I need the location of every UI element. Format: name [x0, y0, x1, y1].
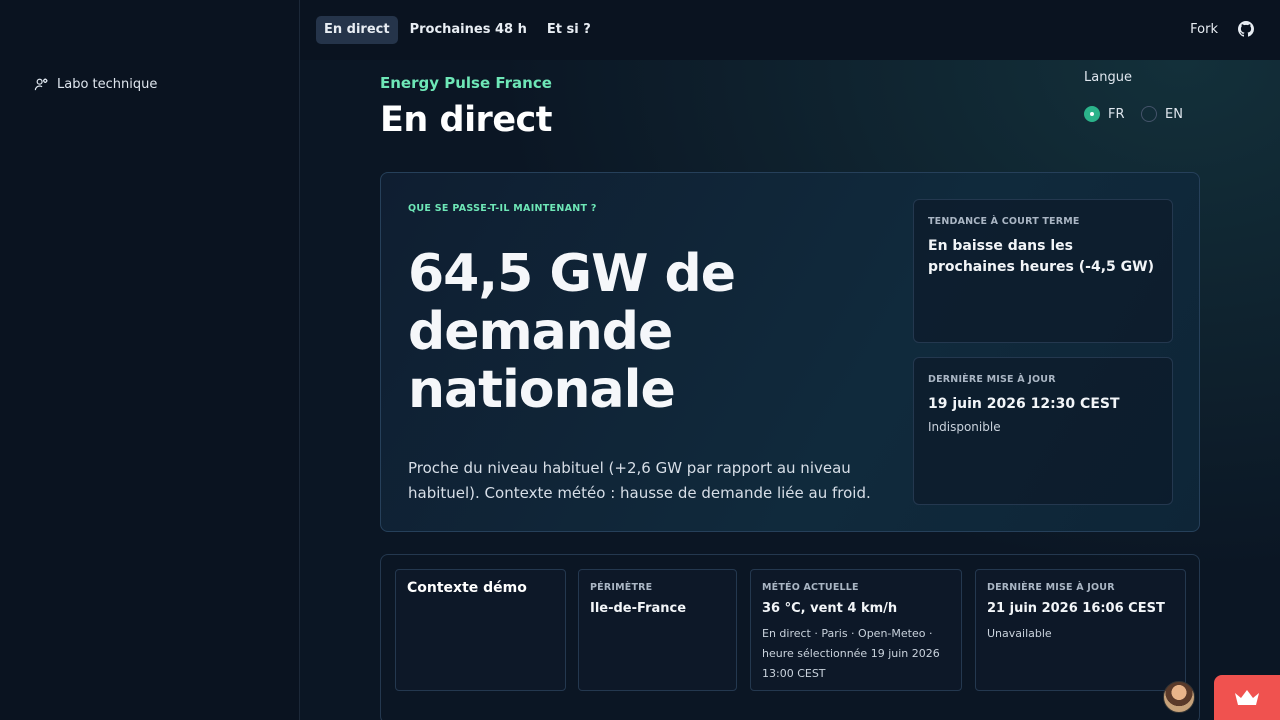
hero-eyebrow: QUE SE PASSE-T-IL MAINTENANT ?: [408, 203, 597, 214]
top-navigation: En direct Prochaines 48 h Et si ? Fork: [300, 0, 1280, 60]
tab-en-direct[interactable]: En direct: [316, 16, 398, 44]
short-term-trend-card: TENDANCE À COURT TERME En baisse dans le…: [913, 199, 1173, 343]
radio-en[interactable]: [1141, 106, 1157, 122]
weather-value: 36 °C, vent 4 km/h: [762, 601, 898, 616]
update-label: DERNIÈRE MISE À JOUR: [928, 374, 1056, 385]
context-title-card: Contexte démo: [395, 569, 566, 691]
current-demand-card: QUE SE PASSE-T-IL MAINTENANT ? 64,5 GW d…: [380, 172, 1200, 532]
language-option-label: FR: [1108, 106, 1125, 122]
last-update-card: DERNIÈRE MISE À JOUR 19 juin 2026 12:30 …: [913, 357, 1173, 505]
github-icon[interactable]: [1238, 21, 1254, 37]
update-value: 19 juin 2026 12:30 CEST: [928, 396, 1120, 412]
sidebar: Labo technique: [0, 0, 300, 720]
fork-link[interactable]: Fork: [1190, 22, 1218, 37]
sidebar-item-labo-technique[interactable]: Labo technique: [34, 77, 157, 92]
brand-name: Energy Pulse France: [380, 74, 552, 92]
tab-et-si[interactable]: Et si ?: [539, 16, 599, 44]
perimeter-card: PÉRIMÈTRE Ile-de-France: [578, 569, 737, 691]
trend-value: En baisse dans les prochaines heures (-4…: [928, 238, 1154, 275]
language-option-en[interactable]: EN: [1141, 106, 1183, 122]
perimeter-value: Ile-de-France: [590, 601, 687, 616]
demo-context-panel: Contexte démo PÉRIMÈTRE Ile-de-France MÉ…: [380, 554, 1200, 720]
page-title: En direct: [380, 100, 553, 140]
language-label: Langue: [1084, 70, 1132, 85]
context-update-card: DERNIÈRE MISE À JOUR 21 juin 2026 16:06 …: [975, 569, 1186, 691]
demand-description: Proche du niveau habituel (+2,6 GW par r…: [408, 459, 871, 502]
context-update-value: 21 juin 2026 16:06 CEST: [987, 601, 1165, 616]
sidebar-item-label: Labo technique: [57, 77, 158, 92]
radio-fr[interactable]: [1084, 106, 1100, 122]
trend-label: TENDANCE À COURT TERME: [928, 216, 1080, 227]
update-status: Indisponible: [928, 420, 1001, 434]
perimeter-label: PÉRIMÈTRE: [590, 582, 653, 593]
main-content: Energy Pulse France En direct Langue FR …: [300, 60, 1280, 720]
weather-detail: En direct · Paris · Open-Meteo · heure s…: [762, 627, 940, 680]
crown-icon: [1235, 689, 1259, 705]
tab-prochaines-48h[interactable]: Prochaines 48 h: [402, 16, 535, 44]
tab-bar: En direct Prochaines 48 h Et si ?: [316, 16, 599, 44]
context-title: Contexte démo: [407, 580, 527, 596]
weather-card: MÉTÉO ACTUELLE 36 °C, vent 4 km/h En dir…: [750, 569, 962, 691]
weather-label: MÉTÉO ACTUELLE: [762, 582, 859, 593]
language-option-fr[interactable]: FR: [1084, 106, 1125, 122]
context-update-label: DERNIÈRE MISE À JOUR: [987, 582, 1115, 593]
user-gear-icon: [34, 78, 48, 91]
language-option-label: EN: [1165, 106, 1183, 122]
national-demand-value: 64,5 GW de demande nationale: [408, 244, 736, 420]
streamlit-badge-button[interactable]: [1214, 675, 1280, 720]
avatar[interactable]: [1163, 681, 1195, 713]
context-update-status: Unavailable: [987, 627, 1052, 640]
